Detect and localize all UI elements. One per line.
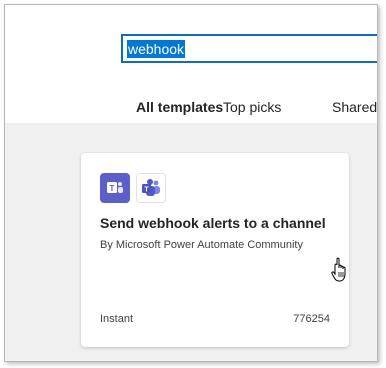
template-usage-count: 776254 [293, 313, 330, 325]
hand-cursor-icon [331, 257, 346, 282]
tab-top-picks[interactable]: Top picks [223, 97, 281, 117]
template-gallery: T T Send webhook alerts to a channel By … [5, 123, 377, 361]
svg-text:T: T [144, 187, 149, 194]
tab-all-templates[interactable]: All templates [136, 97, 223, 117]
connector-icons: T T [100, 173, 166, 203]
tab-shared[interactable]: Shared [332, 97, 377, 117]
template-tabs: All templates Top picks Shared [5, 97, 377, 126]
teams-icon: T [136, 173, 166, 203]
template-card[interactable]: T T Send webhook alerts to a channel By … [81, 153, 349, 347]
svg-text:T: T [110, 184, 115, 193]
template-title[interactable]: Send webhook alerts to a channel [100, 215, 326, 231]
template-author: By Microsoft Power Automate Community [100, 239, 303, 251]
search-input-value[interactable]: webhook [127, 39, 186, 58]
header-area: webhook All templates Top picks Shared [5, 5, 377, 126]
teams-icon: T [100, 173, 130, 203]
template-gallery-window: webhook All templates Top picks Shared T [4, 4, 378, 362]
search-input[interactable]: webhook [121, 34, 377, 63]
template-type: Instant [100, 313, 134, 325]
